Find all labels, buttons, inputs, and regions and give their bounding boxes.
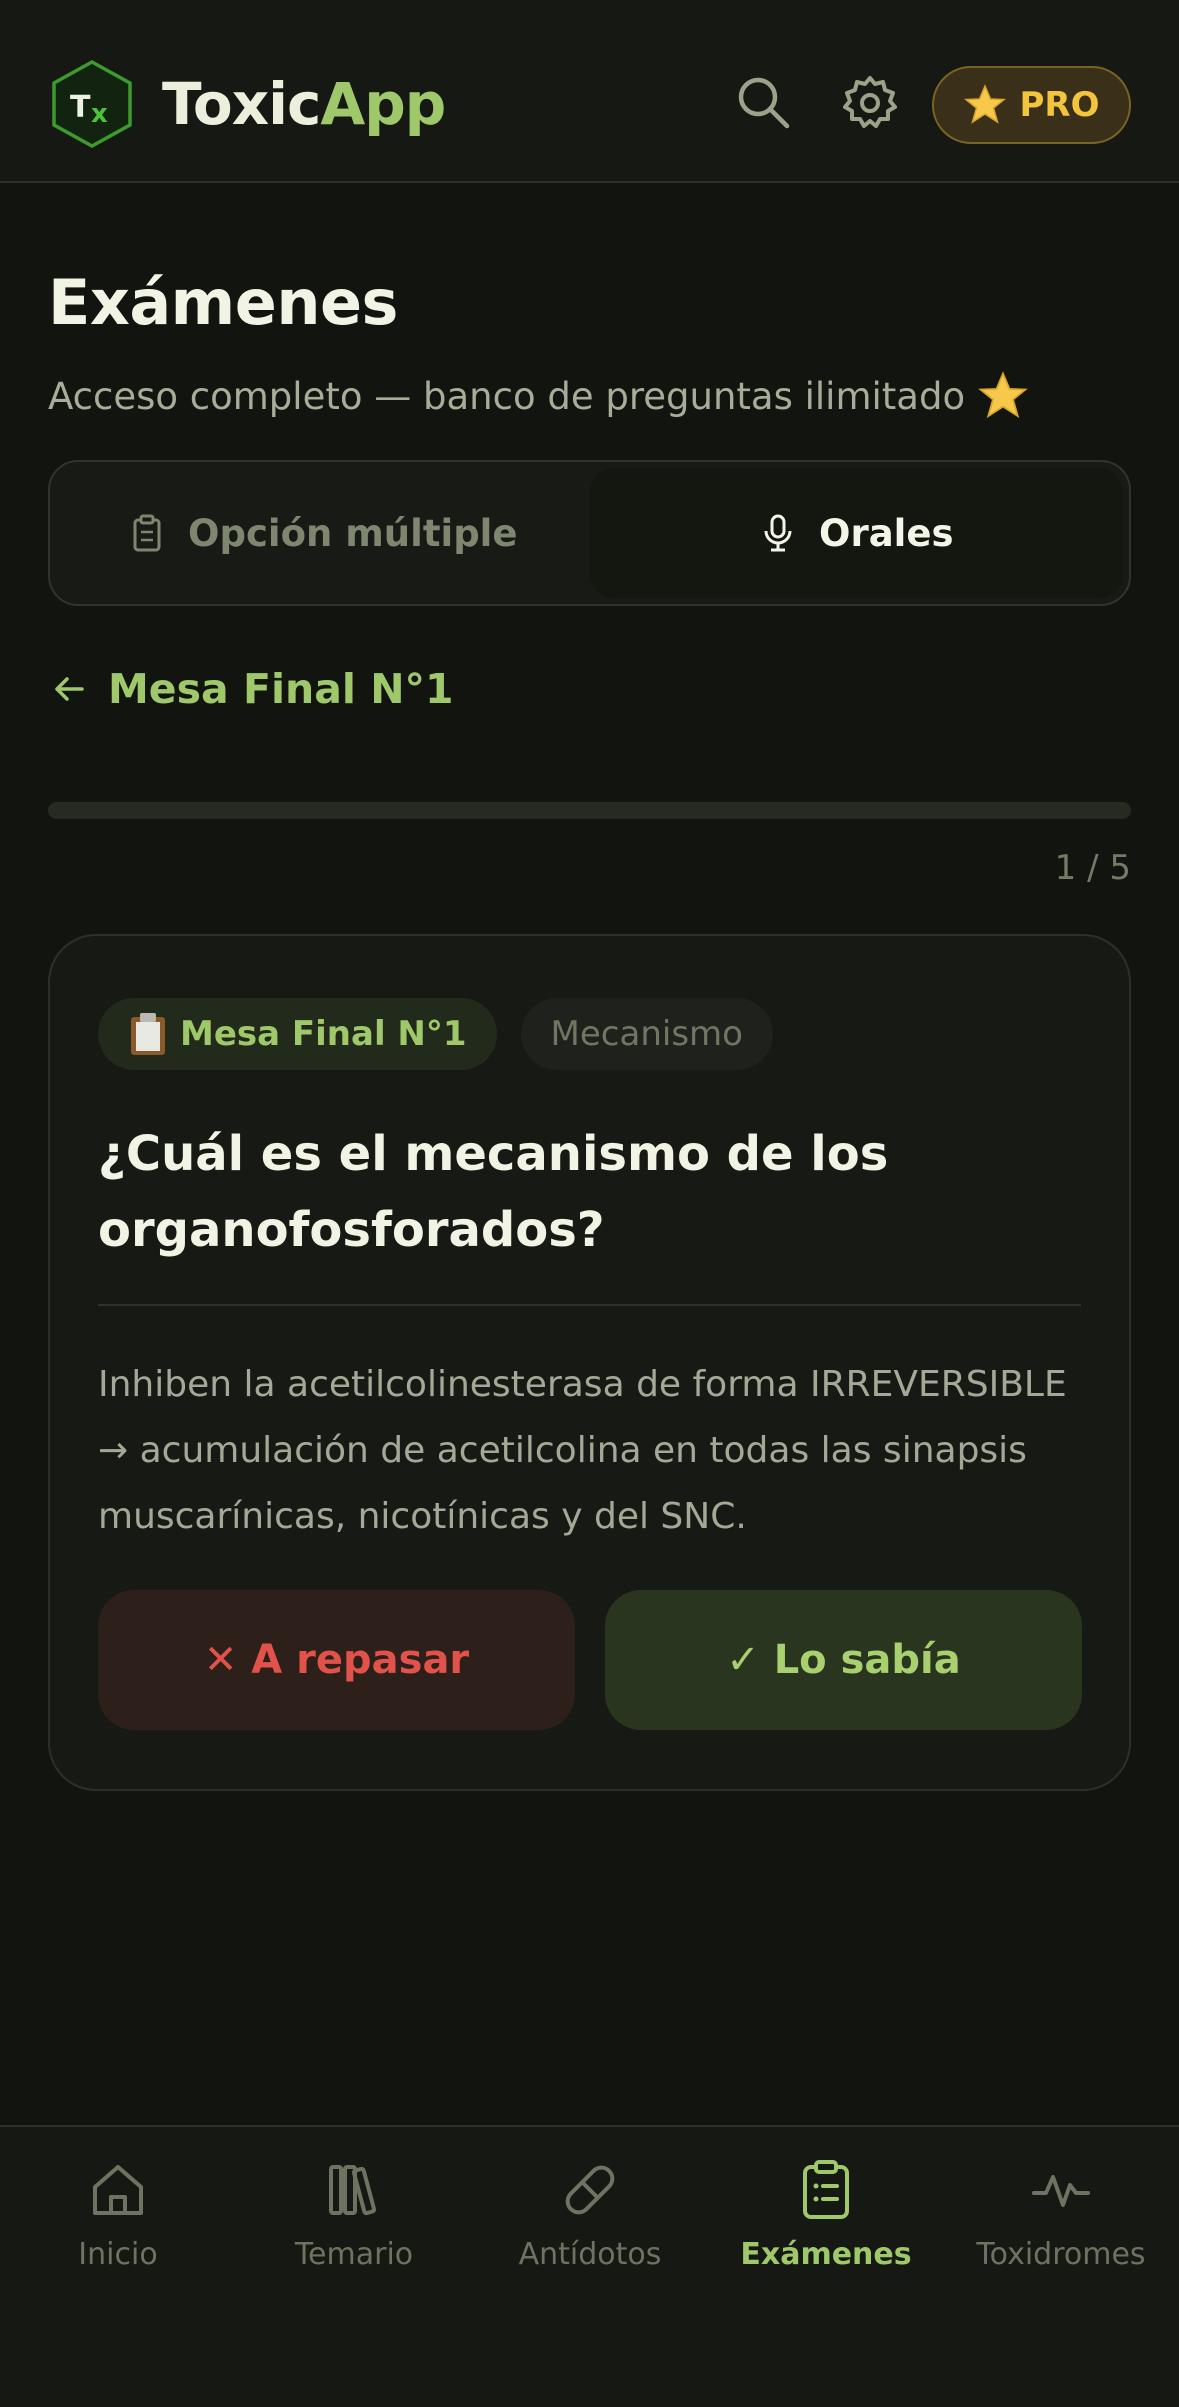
- pro-badge-button[interactable]: PRO: [932, 66, 1131, 144]
- progress-bar: [48, 802, 1131, 819]
- clipboard-list-icon: [803, 2160, 849, 2219]
- arrow-left-icon: [55, 677, 84, 701]
- brand-name-part2: App: [320, 70, 446, 138]
- subtitle-text: Acceso completo — banco de preguntas ili…: [48, 374, 966, 418]
- svg-text:x: x: [91, 99, 108, 129]
- answer-text: Inhiben la acetilcolinesterasa de forma …: [98, 1364, 1067, 1537]
- microphone-icon: [764, 514, 792, 552]
- nav-item-temario[interactable]: Temario: [236, 2159, 472, 2299]
- clipboard-icon: [131, 1013, 165, 1055]
- logo-icon[interactable]: T x: [50, 60, 134, 148]
- star-icon: [964, 84, 1007, 124]
- back-link-label: Mesa Final N°1: [108, 665, 454, 713]
- flashcard: Mesa Final N°1 Mecanismo ¿Cuál es el mec…: [48, 934, 1131, 1791]
- app-header: T x ToxicApp PRO: [0, 0, 1179, 183]
- tab-orales[interactable]: Orales: [589, 468, 1123, 598]
- review-button[interactable]: ✕ A repasar: [98, 1590, 575, 1730]
- nav-label: Exámenes: [740, 2237, 912, 2272]
- knew-it-button[interactable]: ✓ Lo sabía: [605, 1590, 1082, 1730]
- pill-icon: [565, 2165, 615, 2215]
- bottom-nav: Inicio Temario Antídotos Exámenes Toxidr…: [0, 2125, 1179, 2407]
- nav-item-toxidromes[interactable]: Toxidromes: [943, 2159, 1179, 2299]
- progress-fill: [48, 802, 1131, 819]
- activity-icon: [1032, 2175, 1090, 2207]
- nav-item-inicio[interactable]: Inicio: [0, 2159, 236, 2299]
- nav-label: Temario: [294, 2237, 414, 2272]
- clipboard-icon: [133, 514, 161, 552]
- gear-icon[interactable]: [840, 72, 900, 132]
- nav-label: Antídotos: [518, 2237, 662, 2272]
- home-icon: [93, 2165, 143, 2215]
- back-link[interactable]: Mesa Final N°1: [52, 654, 454, 724]
- nav-label: Inicio: [78, 2237, 158, 2272]
- page-title: Exámenes: [48, 266, 398, 339]
- star-icon: [978, 371, 1028, 419]
- tab-label: Opción múltiple: [188, 511, 518, 555]
- brand-name-part1: Toxic: [162, 70, 321, 138]
- card-divider: [98, 1304, 1081, 1306]
- nav-item-examenes[interactable]: Exámenes: [708, 2159, 944, 2299]
- exam-chip-label: Mesa Final N°1: [180, 1014, 467, 1054]
- card-tags: Mesa Final N°1 Mecanismo: [98, 998, 773, 1070]
- nav-label: Toxidromes: [976, 2237, 1146, 2272]
- pro-label: PRO: [1019, 85, 1100, 125]
- category-chip: Mecanismo: [520, 998, 773, 1070]
- app-screen: T x ToxicApp PRO Exámenes Acceso complet…: [0, 0, 1179, 2407]
- tab-multiple-choice[interactable]: Opción múltiple: [56, 468, 590, 598]
- svg-text:T: T: [70, 90, 91, 125]
- question-text: ¿Cuál es el mecanismo de los organofosfo…: [98, 1126, 889, 1258]
- app-brand: ToxicApp: [162, 64, 446, 144]
- exam-type-tabs: Opción múltiple Orales: [48, 460, 1131, 606]
- nav-item-antidotos[interactable]: Antídotos: [472, 2159, 708, 2299]
- page-subtitle: Acceso completo — banco de preguntas ili…: [48, 368, 1029, 424]
- books-icon: [329, 2165, 377, 2216]
- search-icon[interactable]: [733, 72, 793, 132]
- exam-chip: Mesa Final N°1: [98, 998, 497, 1070]
- tab-label: Orales: [819, 511, 954, 555]
- question-counter: 1 / 5: [1054, 848, 1131, 888]
